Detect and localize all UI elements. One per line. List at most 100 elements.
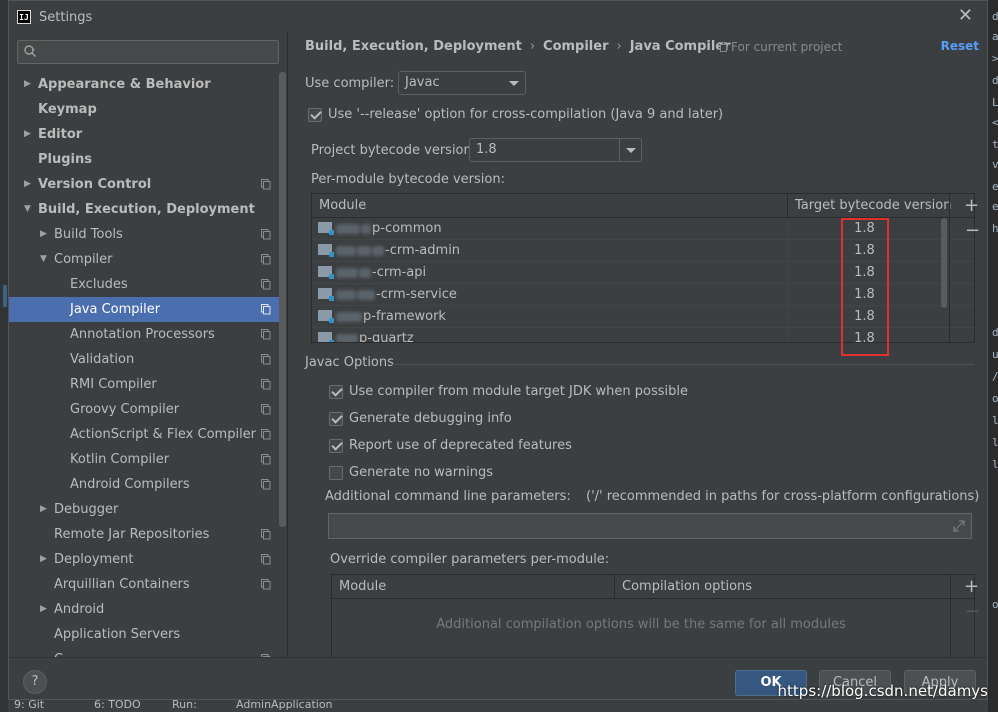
sidebar-scrollbar[interactable] (279, 72, 286, 527)
title-bar: IJ Settings ✕ (9, 1, 987, 33)
editor-code-fragment: l (992, 414, 998, 427)
breadcrumb: Build, Execution, Deployment › Compiler › Ja… (305, 39, 731, 54)
sidebar-item-keymap[interactable]: Keymap (9, 97, 279, 122)
module-cell: p-common (312, 218, 787, 239)
close-icon[interactable]: ✕ (958, 7, 973, 25)
sidebar-item-label: Compiler (54, 252, 113, 267)
project-level-icon (261, 579, 271, 590)
sidebar-item-plugins[interactable]: Plugins (9, 147, 279, 172)
expand-right-icon[interactable]: ▶ (40, 497, 47, 522)
javac-option-checkbox[interactable] (329, 385, 343, 399)
javac-option-label: Generate debugging info (349, 411, 512, 426)
sidebar-item-remote-jar-repositories[interactable]: Remote Jar Repositories (9, 522, 279, 547)
expand-right-icon[interactable]: ▶ (24, 122, 31, 147)
expand-right-icon[interactable]: ▶ (40, 547, 47, 572)
run-label: Run: (172, 700, 197, 711)
editor-code-fragment: v (992, 158, 998, 171)
sidebar-item-java-compiler[interactable]: Java Compiler (9, 297, 279, 322)
java-compiler-panel: Build, Execution, Deployment › Compiler › Ja… (287, 33, 987, 657)
remove-module-button[interactable]: − (965, 222, 980, 240)
reset-link[interactable]: Reset (941, 39, 979, 53)
project-level-icon (261, 529, 271, 540)
sidebar-item-c[interactable]: C (9, 647, 279, 657)
table-header: Module Target bytecode version (312, 194, 974, 218)
editor-code-fragment: o (992, 392, 998, 405)
expand-down-icon[interactable]: ▼ (40, 247, 47, 272)
expand-icon[interactable] (953, 520, 965, 532)
javac-option-checkbox[interactable] (329, 439, 343, 453)
redacted-text (336, 267, 358, 278)
sidebar-item-arquillian-containers[interactable]: Arquillian Containers (9, 572, 279, 597)
project-level-icon (261, 329, 271, 340)
column-header-module[interactable]: Module (312, 194, 787, 217)
add-override-button[interactable]: + (964, 578, 979, 596)
release-option-label: Use '--release' option for cross-compila… (328, 107, 724, 122)
expand-right-icon[interactable]: ▶ (40, 597, 47, 622)
javac-option-checkbox[interactable] (329, 412, 343, 426)
expand-down-icon[interactable]: ▼ (24, 197, 31, 222)
module-name: p-common (372, 221, 442, 236)
tool-tab-git[interactable]: 9: Git (14, 700, 44, 711)
sidebar-item-version-control[interactable]: ▶ Version Control (9, 172, 279, 197)
sidebar-item-build-execution-deployment[interactable]: ▼ Build, Execution, Deployment (9, 197, 279, 222)
expand-right-icon[interactable]: ▶ (24, 172, 31, 197)
redacted-text (336, 311, 362, 322)
project-level-icon (261, 304, 271, 315)
editor-code-fragment: e (992, 200, 998, 213)
sidebar-item-label: Annotation Processors (70, 327, 215, 342)
sidebar-item-validation[interactable]: Validation (9, 347, 279, 372)
sidebar-item-actionscript-flex-compiler[interactable]: ActionScript & Flex Compiler (9, 422, 279, 447)
sidebar-item-appearance-behavior[interactable]: ▶ Appearance & Behavior (9, 72, 279, 97)
additional-params-input[interactable] (328, 513, 972, 539)
sidebar-item-label: Android Compilers (70, 477, 190, 492)
expand-right-icon[interactable]: ▶ (24, 72, 31, 97)
sidebar-item-application-servers[interactable]: Application Servers (9, 622, 279, 647)
project-level-icon (261, 229, 271, 240)
redacted-text (336, 289, 356, 300)
tool-window-bar: 9: Git 6: TODO Run: AdminApplication (8, 700, 988, 712)
sidebar-item-label: Validation (70, 352, 135, 367)
column-header-compilation-options[interactable]: Compilation options (614, 575, 949, 598)
project-bytecode-select[interactable]: 1.8 (469, 138, 642, 162)
sidebar-item-android-compilers[interactable]: Android Compilers (9, 472, 279, 497)
add-module-button[interactable]: + (964, 197, 979, 215)
module-name: p-quartz (359, 331, 414, 343)
compiler-select[interactable]: Javac (398, 71, 526, 95)
run-config-name[interactable]: AdminApplication (236, 700, 333, 711)
sidebar-item-excludes[interactable]: Excludes (9, 272, 279, 297)
sidebar-item-build-tools[interactable]: ▶ Build Tools (9, 222, 279, 247)
sidebar-item-kotlin-compiler[interactable]: Kotlin Compiler (9, 447, 279, 472)
tool-tab-todo[interactable]: 6: TODO (94, 700, 141, 711)
window-title: Settings (39, 9, 93, 25)
sidebar-item-label: Remote Jar Repositories (54, 527, 210, 542)
expand-right-icon[interactable]: ▶ (40, 222, 47, 247)
release-option-checkbox[interactable] (308, 108, 322, 122)
table-divider (949, 194, 950, 342)
sidebar-item-annotation-processors[interactable]: Annotation Processors (9, 322, 279, 347)
sidebar-item-android[interactable]: ▶ Android (9, 597, 279, 622)
sidebar-item-groovy-compiler[interactable]: Groovy Compiler (9, 397, 279, 422)
sidebar-item-label: Appearance & Behavior (38, 77, 211, 92)
for-current-project-label: For current project (731, 40, 843, 54)
redacted-text (357, 245, 371, 256)
sidebar-item-compiler[interactable]: ▼ Compiler (9, 247, 279, 272)
project-level-icon (261, 354, 271, 365)
remove-override-button[interactable]: − (965, 603, 980, 621)
editor-code-fragment: d (992, 326, 998, 339)
sidebar-item-label: Keymap (38, 102, 97, 117)
javac-option-checkbox[interactable] (329, 466, 343, 480)
sidebar-item-label: Application Servers (54, 627, 181, 642)
column-header-target-version[interactable]: Target bytecode version (787, 194, 952, 217)
module-cell: -crm-api (312, 262, 787, 283)
project-level-icon (261, 554, 271, 565)
sidebar-item-editor[interactable]: ▶ Editor (9, 122, 279, 147)
sidebar-item-rmi-compiler[interactable]: RMI Compiler (9, 372, 279, 397)
sidebar-item-deployment[interactable]: ▶ Deployment (9, 547, 279, 572)
sidebar-item-debugger[interactable]: ▶ Debugger (9, 497, 279, 522)
module-cell: p-quartz (312, 328, 787, 343)
settings-search-input[interactable] (17, 40, 279, 64)
column-header-module[interactable]: Module (332, 575, 614, 598)
table-scrollbar[interactable] (941, 218, 947, 308)
project-level-icon (261, 404, 271, 415)
help-button[interactable]: ? (23, 670, 47, 694)
